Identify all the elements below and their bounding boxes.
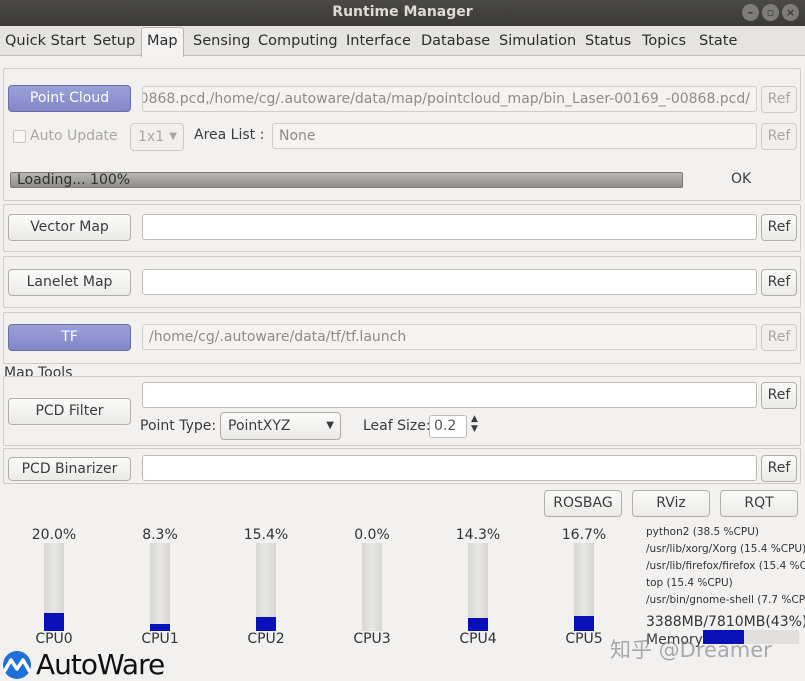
grid-size-select[interactable]: 1x1 ▼	[130, 123, 184, 151]
tab-state[interactable]: State	[699, 28, 737, 55]
pcd-binarizer-ref-button[interactable]: Ref	[761, 455, 797, 482]
auto-update-checkbox[interactable]	[13, 130, 26, 143]
point-cloud-ref-button[interactable]: Ref	[761, 86, 797, 113]
tab-simulation[interactable]: Simulation	[499, 28, 576, 55]
point-cloud-button[interactable]: Point Cloud	[8, 85, 131, 112]
lanelet-map-ref-button[interactable]: Ref	[761, 269, 797, 296]
tab-setup[interactable]: Setup	[93, 28, 135, 55]
vector-map-button[interactable]: Vector Map	[8, 214, 131, 241]
window-controls: – ▫ ×	[742, 4, 799, 21]
tf-ref-button[interactable]: Ref	[761, 324, 797, 351]
tab-computing[interactable]: Computing	[258, 28, 338, 55]
cpu-bar	[362, 543, 382, 631]
cpu-name: CPU1	[141, 631, 179, 647]
cpu-bar	[468, 543, 488, 631]
rosbag-button[interactable]: ROSBAG	[544, 490, 622, 517]
cpu-name: CPU4	[459, 631, 497, 647]
tf-path-field[interactable]: /home/cg/.autoware/data/tf/tf.launch	[142, 324, 757, 350]
cpu-bar-fill	[44, 613, 64, 631]
cpu-name: CPU5	[565, 631, 603, 647]
lanelet-map-button[interactable]: Lanelet Map	[8, 269, 131, 296]
leaf-size-input[interactable]: 0.2	[429, 415, 467, 438]
tab-interface[interactable]: Interface	[346, 28, 411, 55]
point-type-label: Point Type:	[140, 418, 217, 434]
cpu-percent: 8.3%	[142, 527, 178, 543]
cpu-bar-fill	[574, 616, 594, 631]
chevron-down-icon: ▼	[169, 131, 177, 142]
cpu-bar-fill	[256, 617, 276, 631]
chevron-down-icon: ▼	[326, 420, 334, 431]
auto-update-label: Auto Update	[30, 128, 118, 144]
point-type-value: PointXYZ	[228, 418, 291, 434]
tab-quick-start[interactable]: Quick Start	[5, 28, 86, 55]
cpu-name: CPU0	[35, 631, 73, 647]
title-bar: Runtime Manager – ▫ ×	[0, 0, 805, 26]
tab-database[interactable]: Database	[421, 28, 490, 55]
pcd-filter-path-field[interactable]	[142, 382, 757, 408]
close-icon[interactable]: ×	[782, 4, 799, 21]
vector-map-ref-button[interactable]: Ref	[761, 214, 797, 241]
cpu-percent: 15.4%	[243, 527, 289, 543]
area-list-label: Area List :	[194, 127, 265, 143]
process-item: top (15.4 %CPU)	[646, 577, 733, 589]
watermark: 知乎 @Dreamer	[610, 638, 772, 662]
pcd-filter-button[interactable]: PCD Filter	[8, 398, 131, 425]
maximize-icon[interactable]: ▫	[762, 4, 779, 21]
cpu-percent: 16.7%	[561, 527, 607, 543]
leaf-size-stepper-icon[interactable]: ▲ ▼	[471, 414, 478, 434]
tab-topics[interactable]: Topics	[642, 28, 686, 55]
process-item: /usr/lib/xorg/Xorg (15.4 %CPU)	[646, 543, 805, 555]
area-list-field[interactable]: None	[272, 123, 757, 149]
leaf-size-label: Leaf Size:	[363, 418, 431, 434]
cpu-bar	[44, 543, 64, 631]
tab-status[interactable]: Status	[585, 28, 631, 55]
area-list-ref-button[interactable]: Ref	[761, 123, 797, 150]
point-cloud-progress-bar: Loading... 100%	[10, 172, 683, 188]
pcd-binarizer-button[interactable]: PCD Binarizer	[8, 457, 131, 481]
cpu-bar-fill	[468, 618, 488, 631]
pcd-filter-ref-button[interactable]: Ref	[761, 382, 797, 409]
cpu-bar	[256, 543, 276, 631]
logo-text: AutoWare	[36, 648, 165, 681]
cpu-percent: 20.0%	[31, 527, 77, 543]
cpu-percent: 0.0%	[354, 527, 390, 543]
cpu-bar	[574, 543, 594, 631]
rqt-button[interactable]: RQT	[720, 490, 798, 517]
cpu-percent: 14.3%	[455, 527, 501, 543]
vector-map-path-field[interactable]	[142, 214, 757, 240]
autoware-logo-icon	[2, 650, 32, 679]
tf-button[interactable]: TF	[8, 324, 131, 351]
memory-usage-text: 3388MB/7810MB(43%)	[646, 614, 805, 630]
autoware-logo: AutoWare	[0, 648, 165, 681]
tab-map[interactable]: Map	[141, 27, 184, 57]
point-cloud-path-field[interactable]: /home/cg/.autoware/data/map/pointcloud_m…	[142, 86, 757, 112]
progress-text: Loading... 100%	[17, 172, 131, 188]
process-item: /usr/bin/gnome-shell (7.7 %CPU)	[646, 594, 805, 606]
process-item: /usr/lib/firefox/firefox (15.4 %CPU)	[646, 560, 805, 572]
tab-bar: Quick Start Setup Map Sensing Computing …	[0, 26, 805, 57]
point-type-select[interactable]: PointXYZ ▼	[220, 412, 341, 440]
cpu-bar	[150, 543, 170, 631]
rviz-button[interactable]: RViz	[632, 490, 710, 517]
cpu-name: CPU2	[247, 631, 285, 647]
minimize-icon[interactable]: –	[742, 4, 759, 21]
pcd-binarizer-path-field[interactable]	[142, 455, 757, 481]
process-item: python2 (38.5 %CPU)	[646, 526, 759, 538]
lanelet-map-path-field[interactable]	[142, 269, 757, 295]
window-title: Runtime Manager	[332, 4, 473, 20]
cpu-bar-fill	[150, 623, 170, 631]
point-cloud-status: OK	[731, 171, 752, 187]
tab-sensing[interactable]: Sensing	[193, 28, 250, 55]
grid-size-value: 1x1	[138, 129, 165, 145]
cpu-name: CPU3	[353, 631, 391, 647]
